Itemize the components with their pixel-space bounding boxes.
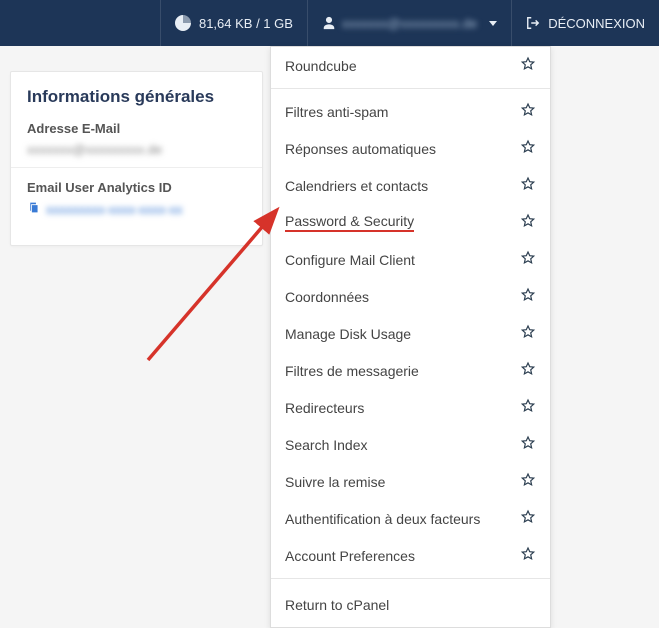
menu-item-label: Authentification à deux facteurs	[285, 511, 480, 527]
menu-item[interactable]: Password & Security	[271, 204, 550, 241]
disk-usage-text: 81,64 KB / 1 GB	[199, 16, 293, 31]
star-icon[interactable]	[520, 176, 536, 195]
chevron-down-icon	[489, 21, 497, 26]
logout-button[interactable]: DÉCONNEXION	[511, 0, 659, 46]
divider	[271, 88, 550, 89]
return-label: Return to cPanel	[285, 597, 389, 613]
analytics-value-row[interactable]: xxxxxxxxx-xxxx-xxxx-xx	[27, 201, 246, 217]
menu-item-label: Configure Mail Client	[285, 252, 415, 268]
menu-item-label: Account Preferences	[285, 548, 415, 564]
panel-title: Informations générales	[27, 87, 246, 107]
star-icon[interactable]	[520, 139, 536, 158]
star-icon[interactable]	[520, 435, 536, 454]
menu-item-label: Manage Disk Usage	[285, 326, 411, 342]
menu-item-label: Roundcube	[285, 58, 357, 74]
menu-item[interactable]: Redirecteurs	[271, 389, 550, 426]
menu-item-label: Password & Security	[285, 213, 414, 232]
menu-item-label: Filtres de messagerie	[285, 363, 419, 379]
menu-item-label: Calendriers et contacts	[285, 178, 428, 194]
menu-item-label: Suivre la remise	[285, 474, 385, 490]
logout-icon	[526, 16, 540, 30]
star-icon[interactable]	[520, 56, 536, 75]
menu-item-label: Réponses automatiques	[285, 141, 436, 157]
menu-item[interactable]: Calendriers et contacts	[271, 167, 550, 204]
menu-item[interactable]: Manage Disk Usage	[271, 315, 550, 352]
menu-item[interactable]: Suivre la remise	[271, 463, 550, 500]
menu-item[interactable]: Configure Mail Client	[271, 241, 550, 278]
menu-item[interactable]: Filtres de messagerie	[271, 352, 550, 389]
menu-item-label: Filtres anti-spam	[285, 104, 388, 120]
menu-item[interactable]: Filtres anti-spam	[271, 93, 550, 130]
star-icon[interactable]	[520, 361, 536, 380]
menu-item[interactable]: Search Index	[271, 426, 550, 463]
topbar: 81,64 KB / 1 GB xxxxxxx@xxxxxxxxx.de DÉC…	[0, 0, 659, 46]
menu-item-label: Redirecteurs	[285, 400, 364, 416]
star-icon[interactable]	[520, 546, 536, 565]
star-icon[interactable]	[520, 324, 536, 343]
pie-chart-icon	[175, 15, 191, 31]
analytics-value: xxxxxxxxx-xxxx-xxxx-xx	[46, 202, 183, 217]
star-icon[interactable]	[520, 287, 536, 306]
star-icon[interactable]	[520, 509, 536, 528]
star-icon[interactable]	[520, 102, 536, 121]
analytics-label: Email User Analytics ID	[27, 180, 246, 195]
star-icon[interactable]	[520, 213, 536, 232]
menu-item[interactable]: Réponses automatiques	[271, 130, 550, 167]
menu-item[interactable]: Roundcube	[271, 47, 550, 84]
email-value: xxxxxxx@xxxxxxxxx.de	[27, 142, 246, 157]
account-dropdown-menu: Roundcube Filtres anti-spam Réponses auto…	[270, 46, 551, 628]
email-label: Adresse E-Mail	[27, 121, 246, 136]
account-dropdown-trigger[interactable]: xxxxxxx@xxxxxxxxx.de	[307, 0, 511, 46]
star-icon[interactable]	[520, 250, 536, 269]
menu-item-label: Search Index	[285, 437, 368, 453]
logout-label: DÉCONNEXION	[548, 16, 645, 31]
menu-item-label: Coordonnées	[285, 289, 369, 305]
disk-usage-section[interactable]: 81,64 KB / 1 GB	[160, 0, 307, 46]
general-info-panel: Informations générales Adresse E-Mail xx…	[10, 71, 263, 246]
divider	[271, 578, 550, 579]
account-email: xxxxxxx@xxxxxxxxx.de	[342, 16, 477, 31]
return-to-cpanel[interactable]: Return to cPanel	[271, 583, 550, 627]
person-icon	[322, 16, 336, 30]
menu-item[interactable]: Account Preferences	[271, 537, 550, 574]
star-icon[interactable]	[520, 398, 536, 417]
divider	[11, 167, 262, 168]
copy-icon	[27, 201, 40, 217]
menu-item[interactable]: Coordonnées	[271, 278, 550, 315]
menu-item[interactable]: Authentification à deux facteurs	[271, 500, 550, 537]
star-icon[interactable]	[520, 472, 536, 491]
